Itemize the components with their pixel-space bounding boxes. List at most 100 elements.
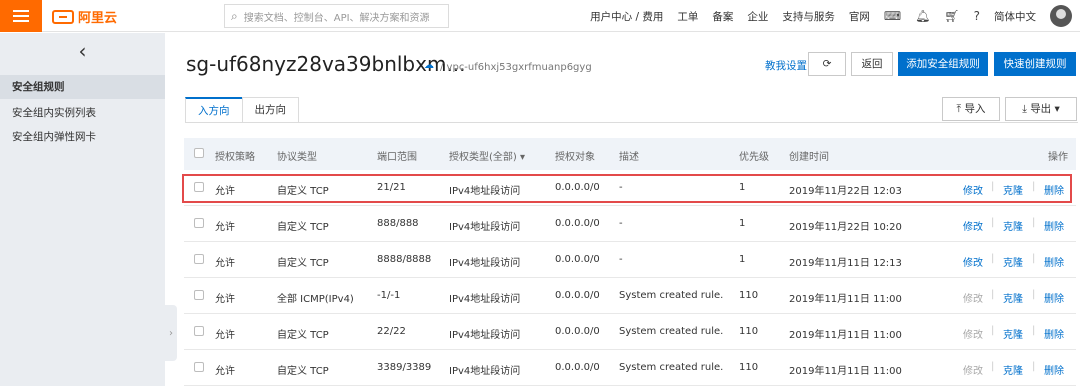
language-switch[interactable]: 简体中文 xyxy=(994,9,1036,24)
table-row: 允许 全部 ICMP(IPv4) -1/-1 IPv4地址段访问 0.0.0.0/0 Sy… xyxy=(184,279,1076,314)
cell-priority: 1 xyxy=(739,218,746,229)
clone-link[interactable]: 克隆 xyxy=(1003,326,1023,341)
cell-protocol: 自定义 TCP xyxy=(277,222,329,233)
cell-target: 0.0.0.0/0 xyxy=(555,326,600,337)
table-header: 授权策略 协议类型 端口范围 授权类型(全部) ▾ 授权对象 描述 优先级 创建… xyxy=(184,138,1076,170)
select-all-checkbox[interactable] xyxy=(194,148,204,158)
divider: | xyxy=(1032,361,1036,372)
tab-outbound[interactable]: 出方向 xyxy=(241,97,299,123)
divider: | xyxy=(991,361,995,372)
col-protocol: 协议类型 xyxy=(277,152,317,163)
sidebar-collapse-icon[interactable]: › xyxy=(165,305,177,361)
delete-link[interactable]: 删除 xyxy=(1044,254,1064,269)
clone-link[interactable]: 克隆 xyxy=(1003,362,1023,377)
terminal-icon[interactable]: ⌨ xyxy=(884,9,901,23)
hamburger-menu-icon[interactable] xyxy=(0,0,42,32)
cell-priority: 110 xyxy=(739,326,759,337)
back-button[interactable]: 返回 xyxy=(851,52,893,76)
delete-link[interactable]: 删除 xyxy=(1044,218,1064,233)
col-auth-type[interactable]: 授权类型(全部) ▾ xyxy=(449,148,525,163)
cell-port: 22/22 xyxy=(377,326,406,337)
vpc-id[interactable]: / vpc-uf6hxj53gxrfmuanp6gyg xyxy=(440,62,592,73)
sidebar-item-eni[interactable]: 安全组内弹性网卡 xyxy=(0,125,165,149)
refresh-button[interactable]: ⟳ xyxy=(808,52,846,76)
nav-official-site[interactable]: 官网 xyxy=(849,9,870,24)
col-port: 端口范围 xyxy=(377,152,417,163)
clone-link[interactable]: 克隆 xyxy=(1003,218,1023,233)
download-icon: ⤓ xyxy=(1022,103,1027,115)
divider: | xyxy=(1032,289,1036,300)
cell-auth-type: IPv4地址段访问 xyxy=(449,366,521,377)
cell-desc: System created rule. xyxy=(619,290,724,301)
import-label: 导入 xyxy=(964,103,986,115)
cell-target: 0.0.0.0/0 xyxy=(555,218,600,229)
divider: | xyxy=(991,289,995,300)
import-button[interactable]: ⤒ 导入 xyxy=(942,97,1000,121)
table-row: 允许 自定义 TCP 8888/8888 IPv4地址段访问 0.0.0.0/0 - 1 20… xyxy=(184,243,1076,278)
nav-enterprise[interactable]: 企业 xyxy=(747,9,768,24)
cell-time: 2019年11月11日 12:13 xyxy=(789,258,902,269)
divider: | xyxy=(1032,325,1036,336)
cell-target: 0.0.0.0/0 xyxy=(555,290,600,301)
table-row: 允许 自定义 TCP 888/888 IPv4地址段访问 0.0.0.0/0 - 1 2019… xyxy=(184,207,1076,242)
col-priority: 优先级 xyxy=(739,152,769,163)
quick-create-button[interactable]: 快速创建规则 xyxy=(994,52,1076,76)
nav-ticket[interactable]: 工单 xyxy=(677,9,698,24)
cell-priority: 1 xyxy=(739,254,746,265)
clone-link[interactable]: 克隆 xyxy=(1003,254,1023,269)
cell-policy: 允许 xyxy=(215,258,235,269)
delete-link[interactable]: 删除 xyxy=(1044,290,1064,305)
modify-link[interactable]: 修改 xyxy=(963,362,983,377)
refresh-icon: ⟳ xyxy=(822,58,832,70)
avatar[interactable] xyxy=(1050,5,1072,27)
row-checkbox[interactable] xyxy=(194,254,204,264)
search-input[interactable]: ⌕ 搜索文档、控制台、API、解决方案和资源 xyxy=(224,4,449,28)
export-button[interactable]: ⤓ 导出 ▾ xyxy=(1005,97,1077,121)
nav-icp[interactable]: 备案 xyxy=(712,9,733,24)
clone-link[interactable]: 克隆 xyxy=(1003,290,1023,305)
logo-mark-icon xyxy=(52,9,74,24)
tab-inbound[interactable]: 入方向 xyxy=(185,97,243,123)
nav-support[interactable]: 支持与服务 xyxy=(782,9,835,24)
help-link[interactable]: 教我设置 xyxy=(765,58,807,73)
cell-priority: 110 xyxy=(739,362,759,373)
cell-policy: 允许 xyxy=(215,366,235,377)
cell-target: 0.0.0.0/0 xyxy=(555,362,600,373)
upload-icon: ⤒ xyxy=(956,103,962,115)
cell-protocol: 自定义 TCP xyxy=(277,366,329,377)
cell-auth-type: IPv4地址段访问 xyxy=(449,258,521,269)
delete-link[interactable]: 删除 xyxy=(1044,326,1064,341)
row-checkbox[interactable] xyxy=(194,218,204,228)
col-target: 授权对象 xyxy=(555,152,595,163)
cell-policy: 允许 xyxy=(215,222,235,233)
sidebar-item-rules[interactable]: 安全组规则 xyxy=(0,75,165,99)
sidebar: ‹ 安全组规则 安全组内实例列表 安全组内弹性网卡 xyxy=(0,33,165,386)
cell-port: 888/888 xyxy=(377,218,419,229)
delete-link[interactable]: 删除 xyxy=(1044,362,1064,377)
nav-user-center[interactable]: 用户中心 / 费用 xyxy=(590,9,663,24)
cell-time: 2019年11月11日 11:00 xyxy=(789,366,902,377)
cell-desc: System created rule. xyxy=(619,326,724,337)
row-checkbox[interactable] xyxy=(194,362,204,372)
col-ops: 操作 xyxy=(1048,152,1068,163)
cell-auth-type: IPv4地址段访问 xyxy=(449,330,521,341)
search-icon: ⌕ xyxy=(231,8,238,23)
cell-target: 0.0.0.0/0 xyxy=(555,254,600,265)
modify-link[interactable]: 修改 xyxy=(963,218,983,233)
sidebar-item-instances[interactable]: 安全组内实例列表 xyxy=(0,101,165,125)
modify-link[interactable]: 修改 xyxy=(963,326,983,341)
help-icon[interactable]: ? xyxy=(974,9,980,23)
row-checkbox[interactable] xyxy=(194,326,204,336)
row-checkbox[interactable] xyxy=(194,290,204,300)
table-row: 允许 自定义 TCP 3389/3389 IPv4地址段访问 0.0.0.0/0 Syst… xyxy=(184,351,1076,386)
back-chevron-icon[interactable]: ‹ xyxy=(0,39,165,63)
bell-icon[interactable]: 🔔︎ xyxy=(915,9,930,23)
modify-link[interactable]: 修改 xyxy=(963,290,983,305)
add-rule-button[interactable]: 添加安全组规则 xyxy=(898,52,988,76)
aliyun-logo[interactable]: 阿里云 xyxy=(52,7,117,26)
divider: | xyxy=(991,253,995,264)
cell-port: 3389/3389 xyxy=(377,362,432,373)
cell-auth-type: IPv4地址段访问 xyxy=(449,222,521,233)
cart-icon[interactable]: 🛒︎ xyxy=(944,9,959,23)
modify-link[interactable]: 修改 xyxy=(963,254,983,269)
